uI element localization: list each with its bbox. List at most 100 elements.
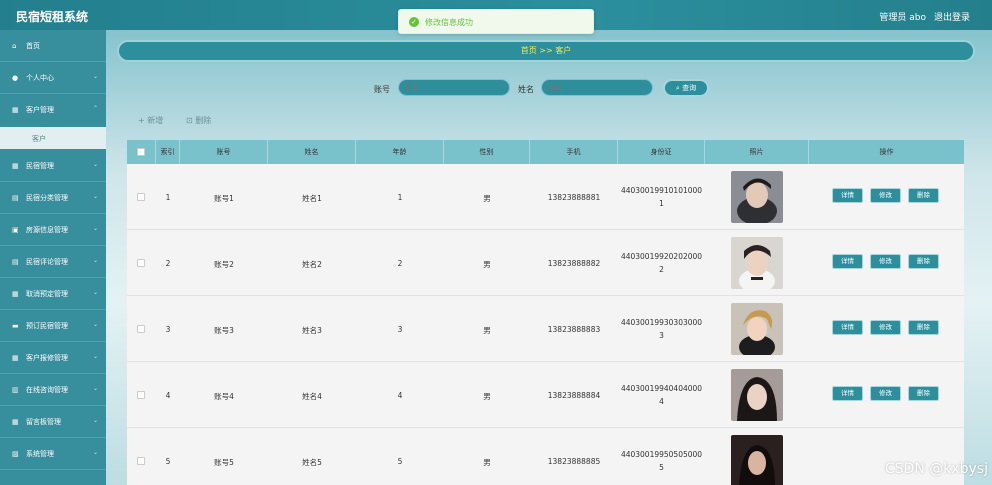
search-bar: 账号 姓名 ⌕ 查询	[106, 78, 992, 98]
logout-link[interactable]: 退出登录	[934, 10, 970, 23]
chevron-down-icon: ⌄	[92, 161, 98, 168]
table-row: 1 账号1 姓名1 1 男 13823888881 44030019910101…	[127, 164, 964, 230]
header-actions: 操作	[879, 148, 894, 156]
sidebar-item-home[interactable]: ⌂ 首页	[0, 30, 106, 62]
sidebar-item-homestay-category[interactable]: ▤ 民宿分类管理 ⌄	[0, 182, 106, 214]
detail-button[interactable]: 详情	[832, 386, 863, 401]
batch-delete-button[interactable]: ⊡ 删除	[186, 115, 211, 126]
sidebar: ⌂ 首页 ● 个人中心 ⌄ ▦ 客户管理 ⌃ 客户 ▦ 民宿管理 ⌄ ▤ 民宿分类管理 ⌄ ▣ 房源…	[0, 30, 106, 485]
cell-gender: 男	[483, 392, 491, 401]
cell-idcard-line1: 44030019910101000	[620, 186, 703, 195]
chevron-up-icon: ⌃	[92, 105, 98, 112]
delete-button[interactable]: 删除	[908, 386, 939, 401]
edit-button[interactable]: 修改	[870, 320, 901, 335]
customer-photo	[731, 369, 783, 421]
header-photo: 照片	[705, 140, 809, 164]
cell-phone: 13823888885	[547, 457, 601, 466]
row-checkbox[interactable]	[137, 259, 145, 267]
chevron-down-icon: ⌄	[92, 417, 98, 424]
plus-icon: +	[138, 116, 145, 125]
cell-gender: 男	[483, 326, 491, 335]
cell-gender: 男	[483, 260, 491, 269]
header-name: 姓名	[268, 140, 356, 164]
edit-button[interactable]: 修改	[870, 188, 901, 203]
cell-name: 姓名5	[302, 458, 322, 467]
cell-index: 1	[165, 193, 171, 202]
cell-age: 3	[397, 325, 403, 334]
row-checkbox[interactable]	[137, 325, 145, 333]
header-account: 账号	[180, 140, 268, 164]
detail-button[interactable]: 详情	[832, 320, 863, 335]
name-label: 姓名	[518, 85, 534, 94]
customer-photo	[731, 237, 783, 289]
table-row: 5 账号5 姓名5 5 男 13823888885 44030019950505…	[127, 428, 964, 485]
cell-idcard-line1: 44030019950505000	[620, 450, 703, 459]
sidebar-item-system[interactable]: ▨ 系统管理 ⌄	[0, 438, 106, 470]
cell-account: 账号3	[214, 326, 234, 335]
toast-message: 修改信息成功	[425, 18, 473, 27]
chevron-down-icon: ⌄	[92, 257, 98, 264]
sidebar-item-cancellations[interactable]: ▦ 取消预定管理 ⌄	[0, 278, 106, 310]
row-checkbox[interactable]	[137, 457, 145, 465]
select-all-cell	[127, 140, 156, 164]
sidebar-item-profile[interactable]: ● 个人中心 ⌄	[0, 62, 106, 94]
cell-name: 姓名2	[302, 260, 322, 269]
cell-idcard-line2: 4	[659, 397, 664, 406]
sidebar-item-repairs[interactable]: ▦ 客户报修管理 ⌄	[0, 342, 106, 374]
sidebar-item-consultation[interactable]: ▥ 在线咨询管理 ⌄	[0, 374, 106, 406]
app-title: 民宿短租系统	[16, 10, 89, 24]
cell-phone: 13823888881	[547, 193, 601, 202]
book-icon: ▤	[12, 258, 19, 266]
sidebar-item-messageboard[interactable]: ▦ 留言板管理 ⌄	[0, 406, 106, 438]
sidebar-item-bookings[interactable]: ▬ 预订民宿管理 ⌄	[0, 310, 106, 342]
table-row: 2 账号2 姓名2 2 男 13823888882 44030019920202…	[127, 230, 964, 296]
row-checkbox[interactable]	[137, 391, 145, 399]
row-checkbox[interactable]	[137, 193, 145, 201]
query-button[interactable]: ⌕ 查询	[663, 79, 709, 97]
cell-idcard-line2: 5	[659, 463, 664, 472]
check-icon: ✓	[409, 17, 419, 27]
cell-idcard-line1: 44030019930303000	[620, 318, 703, 327]
select-all-checkbox[interactable]	[137, 148, 145, 156]
cell-gender: 男	[483, 458, 491, 467]
trash-icon: ▨	[12, 450, 19, 458]
header-gender: 性别	[444, 140, 530, 164]
chevron-down-icon: ⌄	[92, 73, 98, 80]
chevron-down-icon: ⌄	[92, 225, 98, 232]
chevron-down-icon: ⌄	[92, 449, 98, 456]
sidebar-item-customers[interactable]: ▦ 客户管理 ⌃	[0, 94, 106, 127]
edit-button[interactable]: 修改	[870, 386, 901, 401]
account-input[interactable]	[398, 79, 510, 96]
sidebar-item-listings[interactable]: ▣ 房源信息管理 ⌄	[0, 214, 106, 246]
grid-icon: ▦	[12, 290, 19, 298]
sidebar-item-homestay[interactable]: ▦ 民宿管理 ⌄	[0, 150, 106, 182]
sidebar-subitem-customer[interactable]: 客户	[0, 127, 106, 149]
grid-icon: ▦	[12, 162, 19, 170]
cell-idcard-line2: 2	[659, 265, 664, 274]
delete-button[interactable]: 删除	[908, 254, 939, 269]
detail-button[interactable]: 详情	[832, 188, 863, 203]
cell-age: 5	[397, 457, 403, 466]
cell-phone: 13823888883	[547, 325, 601, 334]
home-icon: ⌂	[12, 42, 17, 50]
cell-name: 姓名3	[302, 326, 322, 335]
chevron-down-icon: ⌄	[92, 353, 98, 360]
sidebar-item-reviews[interactable]: ▤ 民宿评论管理 ⌄	[0, 246, 106, 278]
table-row: 3 账号3 姓名3 3 男 13823888883 44030019930303…	[127, 296, 964, 362]
user-icon: ●	[12, 74, 19, 82]
delete-button[interactable]: 删除	[908, 188, 939, 203]
cell-gender: 男	[483, 194, 491, 203]
cell-idcard-line2: 1	[659, 199, 664, 208]
name-input[interactable]	[541, 79, 653, 96]
chevron-down-icon: ⌄	[92, 193, 98, 200]
customer-photo	[731, 303, 783, 355]
cell-idcard-line2: 3	[659, 331, 664, 340]
cell-account: 账号5	[214, 458, 234, 467]
edit-button[interactable]: 修改	[870, 254, 901, 269]
delete-button[interactable]: 删除	[908, 320, 939, 335]
grid-icon: ▦	[12, 106, 19, 114]
cell-index: 5	[165, 457, 171, 466]
detail-button[interactable]: 详情	[832, 254, 863, 269]
trash-icon: ⊡	[186, 116, 193, 125]
add-button[interactable]: + 新增	[138, 115, 163, 126]
